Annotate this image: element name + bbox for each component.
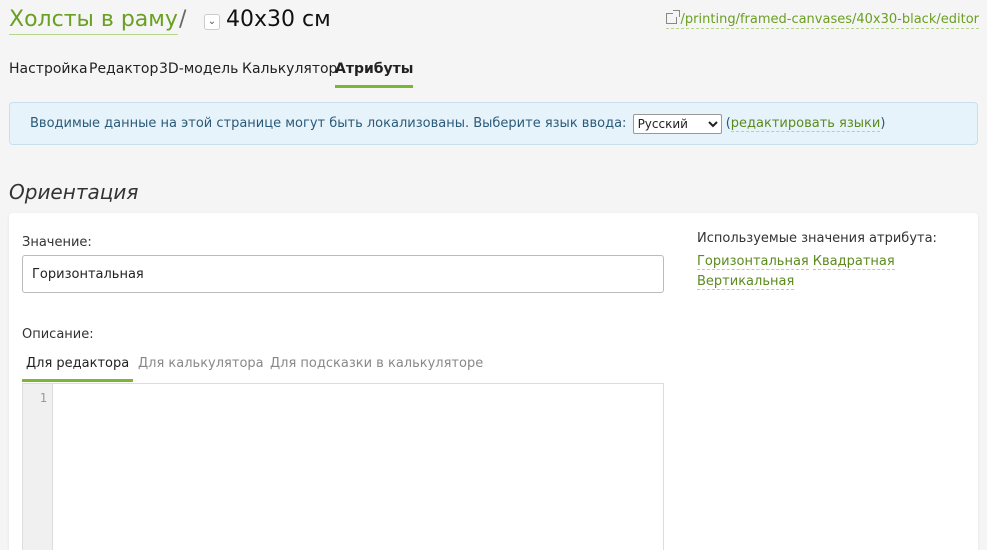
language-select[interactable]: Русский [632,113,722,134]
value-label: Значение: [22,235,92,250]
code-editor[interactable]: 1 [22,383,664,550]
used-value-link[interactable]: Квадратная [812,254,895,270]
external-link-icon [665,10,680,24]
tab-3d-model[interactable]: 3D-модель [159,60,238,78]
used-values-list: Горизонтальная Квадратная Вертикальная [697,252,917,292]
breadcrumb-separator: / [179,7,187,32]
used-values-title: Используемые значения атрибута: [697,231,937,246]
subtab-for-calculator[interactable]: Для калькулятора [138,356,264,371]
description-label: Описание: [22,327,94,342]
edit-languages-link[interactable]: редактировать языки [730,116,881,132]
paren-close: ) [880,116,886,131]
tab-editor[interactable]: Редактор [89,60,158,78]
value-input[interactable] [22,255,664,293]
attribute-card: Значение: Используемые значения атрибута… [9,213,978,550]
tab-calculator[interactable]: Калькулятор [242,60,337,78]
tab-settings[interactable]: Настройка [9,60,88,78]
used-value-link[interactable]: Горизонтальная [697,254,809,270]
page-title: 40x30 см [226,7,331,32]
subtab-for-editor[interactable]: Для редактора [22,356,134,382]
external-url-link[interactable]: /printing/framed-canvases/40x30-black/ed… [665,10,979,29]
breadcrumb-root-link[interactable]: Холсты в раму [9,6,178,35]
localization-banner: Вводимые данные на этой странице могут б… [9,102,978,145]
url-text: /printing/framed-canvases/40x30-black/ed… [680,12,979,27]
subtab-for-calculator-hint[interactable]: Для подсказки в калькуляторе [270,356,483,371]
banner-text: Вводимые данные на этой странице могут б… [30,116,627,131]
used-value-link[interactable]: Вертикальная [697,274,795,290]
tab-attributes[interactable]: Атрибуты [335,60,414,88]
line-number-gutter: 1 [23,384,53,550]
section-title: Ориентация [9,180,139,204]
breadcrumb-dropdown-toggle[interactable]: ⌄ [204,14,220,30]
line-number: 1 [39,391,47,405]
page-header: Холсты в раму / ⌄ 40x30 см /printing/fra… [9,6,979,38]
